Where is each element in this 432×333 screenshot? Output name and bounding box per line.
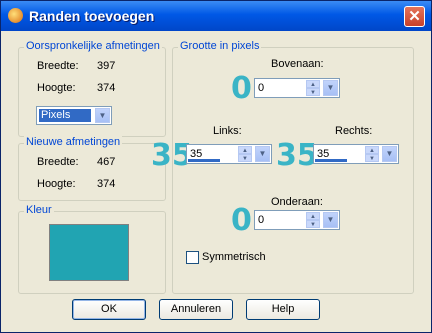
original-dimensions-legend: Oorspronkelijke afmetingen [24,40,162,52]
symmetric-checkbox[interactable] [186,251,199,264]
top-spinbox[interactable]: 0 ▲ ▼ ▼ [254,78,340,98]
color-swatch[interactable] [49,224,129,281]
new-dimensions-legend: Nieuwe afmetingen [24,136,123,148]
new-dimensions-group: Nieuwe afmetingen [18,136,166,201]
unit-select[interactable]: Pixels ▼ [36,106,112,125]
bottom-label: Onderaan: [271,196,323,208]
color-legend: Kleur [24,204,54,216]
top-big-value: 0 [231,71,252,106]
original-width-label: Breedte: [37,60,79,72]
up-down-arrows-icon[interactable]: ▲ ▼ [306,80,320,96]
right-big-value: 35 [276,138,318,173]
bottom-value[interactable]: 0 [258,214,264,226]
new-height-label: Hoogte: [37,178,76,190]
original-height-label: Hoogte: [37,82,76,94]
chevron-down-icon[interactable]: ▼ [323,212,338,228]
up-down-arrows-icon[interactable]: ▲ ▼ [238,146,252,162]
title-bar: Randen toevoegen ✕ [1,1,431,31]
chevron-down-icon[interactable]: ▼ [382,146,397,162]
dialog-title: Randen toevoegen [29,8,155,24]
left-spinbox[interactable]: 35 ▲ ▼ ▼ [186,144,272,164]
original-width-value: 397 [97,60,116,72]
chevron-down-icon[interactable]: ▼ [323,80,338,96]
right-label: Rechts: [335,125,373,137]
symmetric-label[interactable]: Symmetrisch [202,251,266,263]
bottom-spinbox[interactable]: 0 ▲ ▼ ▼ [254,210,340,230]
size-legend: Grootte in pixels [178,40,262,52]
bottom-big-value: 0 [231,203,252,238]
left-progress-bar [188,159,220,162]
app-icon [8,8,23,23]
top-value[interactable]: 0 [258,82,264,94]
ok-button[interactable]: OK [72,299,146,320]
left-label: Links: [213,125,242,137]
chevron-down-icon[interactable]: ▼ [255,146,270,162]
right-spinbox[interactable]: 35 ▲ ▼ ▼ [313,144,399,164]
new-width-label: Breedte: [37,156,79,168]
new-width-value: 467 [97,156,116,168]
up-down-arrows-icon[interactable]: ▲ ▼ [306,212,320,228]
original-height-value: 374 [97,82,116,94]
cancel-button[interactable]: Annuleren [159,299,233,320]
dialog-window: Randen toevoegen ✕ Oorspronkelijke afmet… [0,0,432,333]
help-button[interactable]: Help [246,299,320,320]
chevron-down-icon[interactable]: ▼ [95,108,110,123]
up-down-arrows-icon[interactable]: ▲ ▼ [365,146,379,162]
unit-selected-value: Pixels [39,109,91,122]
close-button[interactable]: ✕ [404,6,425,27]
new-height-value: 374 [97,178,116,190]
top-label: Bovenaan: [271,58,324,70]
right-progress-bar [315,159,347,162]
